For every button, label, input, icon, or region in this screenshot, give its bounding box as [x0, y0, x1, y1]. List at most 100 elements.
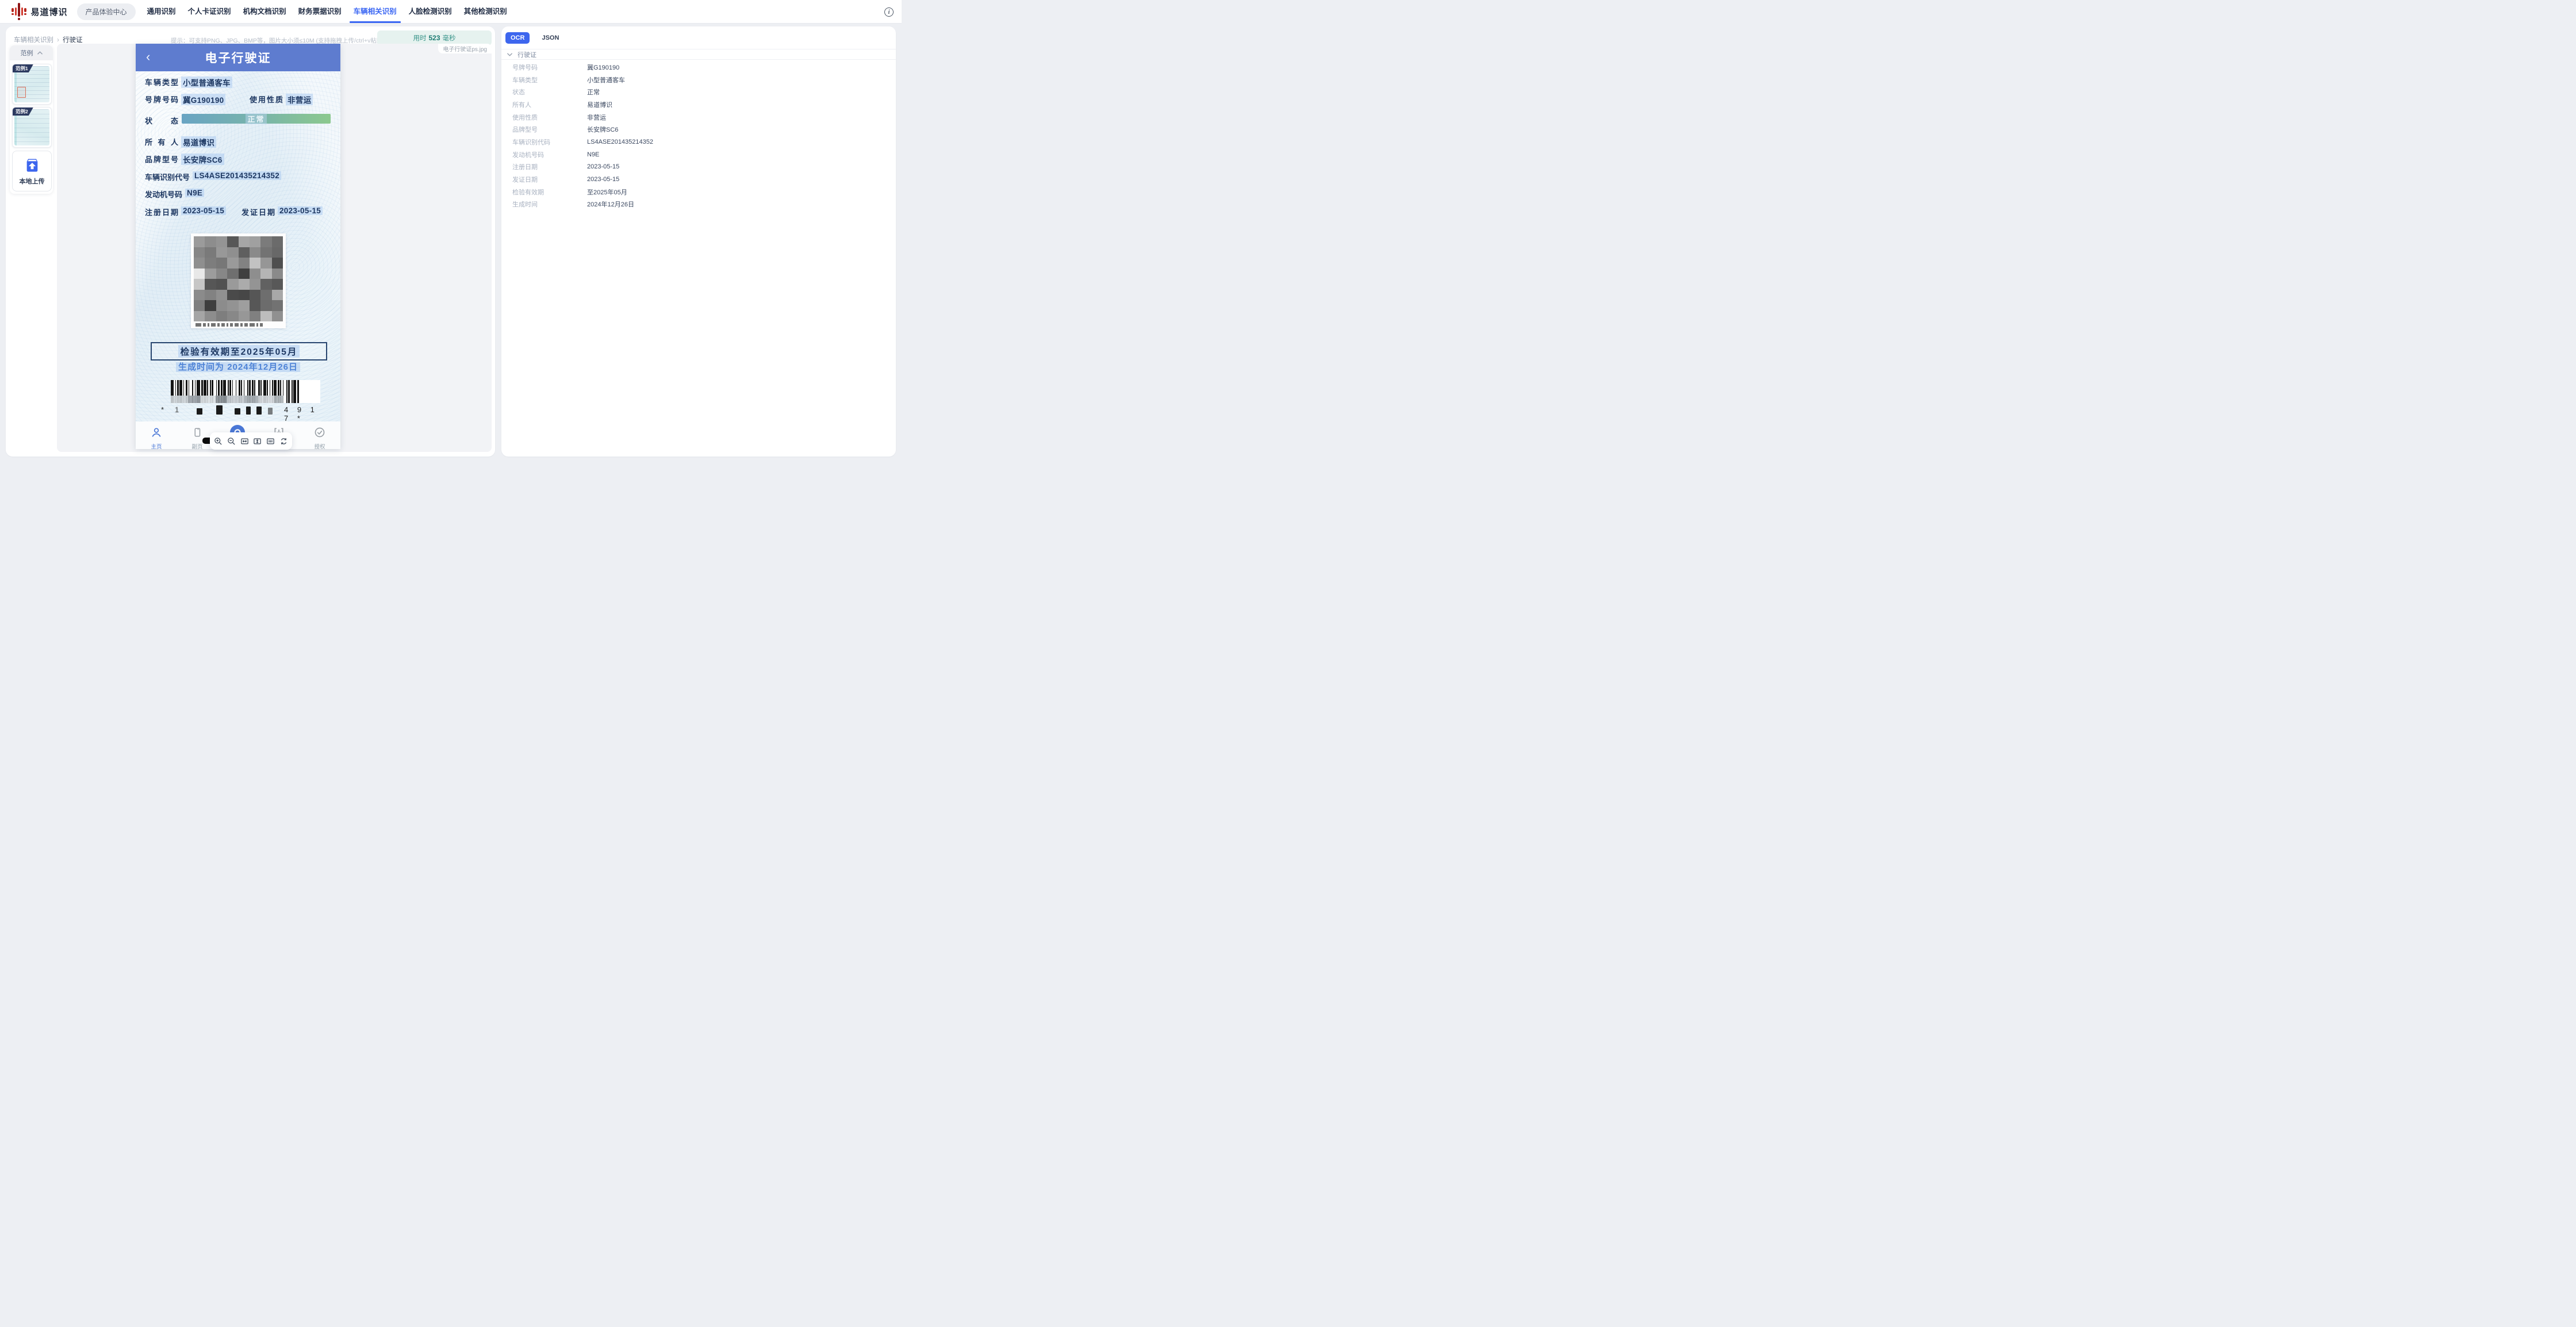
license-field-label: 车辆识别代号 — [145, 171, 190, 182]
fit-height-icon[interactable] — [253, 436, 262, 446]
license-field-value: 2023-05-15 — [278, 206, 323, 215]
license-field-row: 车辆识别代号LS4ASE201435214352 — [145, 171, 335, 183]
result-field-value: 2024年12月26日 — [587, 200, 634, 209]
qr-code-blurred — [191, 233, 286, 328]
nav-item-6[interactable]: 人脸检测识别 — [409, 0, 452, 23]
result-row: 发证日期2023-05-15 — [501, 173, 896, 186]
result-field-label: 品牌型号 — [501, 125, 587, 134]
result-rows: 号牌号码冀G190190车辆类型小型普通客车状态正常所有人易道博识使用性质非营运… — [501, 61, 896, 210]
tab-json[interactable]: JSON — [536, 32, 564, 44]
chevron-up-icon — [37, 51, 43, 55]
license-field-value: 长安牌SC6 — [181, 154, 224, 165]
nav-item-3[interactable]: 机构文档识别 — [243, 0, 286, 23]
breadcrumb-current: 行驶证 — [63, 35, 83, 44]
page-icon — [192, 427, 202, 441]
license-field-label: 使用性质 — [250, 94, 283, 105]
result-section-header[interactable]: 行驶证 — [501, 49, 896, 60]
result-field-label: 使用性质 — [501, 113, 587, 122]
local-upload-button[interactable]: 本地上传 — [12, 151, 52, 191]
result-row: 车辆识别代码LS4ASE201435214352 — [501, 136, 896, 148]
nav-item-7[interactable]: 其他检测识别 — [464, 0, 507, 23]
person-icon — [151, 427, 162, 441]
examples-header-label: 范例 — [21, 48, 33, 57]
license-nav-主页: 主页 — [142, 427, 171, 449]
fit-width-icon[interactable] — [240, 436, 249, 446]
seal-mark — [17, 87, 26, 98]
license-field-row: 号牌号码冀G190190使用性质非营运 — [145, 94, 335, 105]
zoom-in-icon[interactable] — [214, 436, 223, 446]
license-nav-label: 主页 — [151, 442, 162, 449]
generated-time-line: 生成时间为 2024年12月26日 — [163, 360, 313, 373]
info-icon[interactable]: i — [884, 7, 894, 17]
license-field-value: 非营运 — [286, 94, 313, 105]
result-row: 状态正常 — [501, 86, 896, 98]
license-field-row: 状 态 正常 — [145, 115, 335, 126]
result-field-value: N9E — [587, 151, 599, 158]
result-field-value: 小型普通客车 — [587, 75, 625, 85]
breadcrumb: 车辆相关识别 › 行驶证 — [14, 35, 83, 44]
license-nav-label: 副页 — [191, 442, 202, 449]
examples-sidebar: 范例 范例1范例2 本地上传 — [10, 45, 53, 194]
viewer-toolbar — [210, 432, 292, 450]
breadcrumb-separator: › — [57, 36, 59, 44]
result-row: 使用性质非营运 — [501, 111, 896, 124]
result-field-label: 状态 — [501, 87, 587, 97]
example-card-1[interactable]: 范例1 — [12, 64, 52, 105]
check-circle-icon — [314, 427, 325, 441]
license-field-value: N9E — [185, 189, 204, 197]
license-field-row: 品牌型号长安牌SC6 — [145, 154, 335, 165]
result-row: 注册日期2023-05-15 — [501, 161, 896, 174]
license-field-label: 状 态 — [145, 115, 178, 126]
result-section-label: 行驶证 — [518, 50, 536, 59]
license-field-row: 注册日期2023-05-15发证日期2023-05-15 — [145, 206, 335, 218]
status-gradient-badge: 正常 — [182, 114, 331, 124]
image-viewer: 电子行驶证ps.jpg ‹ 电子行驶证 车辆类型小型普通客车号牌号码冀G1901… — [57, 44, 492, 452]
license-field-label: 车辆类型 — [145, 76, 178, 87]
inspection-validity-text: 检验有效期至2025年05月 — [178, 345, 300, 358]
license-field-label: 注册日期 — [145, 206, 178, 217]
result-row: 发动机号码N9E — [501, 148, 896, 161]
result-field-label: 所有人 — [501, 100, 587, 109]
primary-nav: 通用识别个人卡证识别机构文档识别财务票据识别车辆相关识别人脸检测识别其他检测识别 — [147, 0, 507, 23]
filename-tag: 电子行驶证ps.jpg — [438, 44, 492, 53]
one-to-one-icon[interactable] — [266, 436, 275, 446]
top-navbar: 易道博识 产品体验中心 通用识别个人卡证识别机构文档识别财务票据识别车辆相关识别… — [0, 0, 902, 24]
result-row: 检验有效期至2025年05月 — [501, 186, 896, 198]
logo-icon — [12, 4, 26, 19]
result-field-value: 非营运 — [587, 113, 606, 122]
examples-header[interactable]: 范例 — [10, 45, 53, 60]
upload-box-icon — [23, 157, 41, 173]
result-row: 所有人易道博识 — [501, 98, 896, 111]
result-field-label: 车辆识别代码 — [501, 137, 587, 147]
license-field-value: 小型普通客车 — [181, 76, 232, 88]
result-field-value: 2023-05-15 — [587, 163, 619, 170]
license-nav-授权: 授权 — [305, 427, 334, 449]
tab-ocr[interactable]: OCR — [505, 32, 530, 44]
result-field-label: 车辆类型 — [501, 75, 587, 85]
result-field-label: 生成时间 — [501, 200, 587, 209]
reset-icon[interactable] — [279, 436, 288, 446]
result-field-value: LS4ASE201435214352 — [587, 139, 653, 145]
timing-value: 523 — [428, 34, 440, 42]
nav-item-4[interactable]: 财务票据识别 — [298, 0, 342, 23]
workspace-panel: 车辆相关识别 › 行驶证 提示：可支持PNG、JPG、BMP等，图片大小须≤10… — [6, 26, 495, 457]
nav-item-2[interactable]: 个人卡证识别 — [188, 0, 231, 23]
back-chevron-icon: ‹ — [146, 48, 150, 66]
brand-name: 易道博识 — [31, 6, 68, 18]
example-card-2[interactable]: 范例2 — [12, 107, 52, 148]
nav-item-1[interactable]: 通用识别 — [147, 0, 176, 23]
brand-logo: 易道博识 — [12, 4, 68, 19]
license-field-value: 2023-05-15 — [181, 206, 226, 215]
result-field-label: 号牌号码 — [501, 63, 587, 72]
status-value: 正常 — [246, 113, 266, 124]
nav-item-5[interactable]: 车辆相关识别 — [354, 0, 397, 23]
portal-center-button[interactable]: 产品体验中心 — [77, 3, 136, 20]
license-field-value: 易道博识 — [181, 136, 216, 148]
license-field-label: 发证日期 — [241, 206, 275, 217]
result-row: 号牌号码冀G190190 — [501, 61, 896, 74]
result-field-value: 至2025年05月 — [587, 187, 627, 197]
result-row: 车辆类型小型普通客车 — [501, 74, 896, 86]
license-field-label: 所有人 — [145, 136, 178, 147]
zoom-out-icon[interactable] — [227, 436, 236, 446]
breadcrumb-parent[interactable]: 车辆相关识别 — [14, 35, 53, 44]
